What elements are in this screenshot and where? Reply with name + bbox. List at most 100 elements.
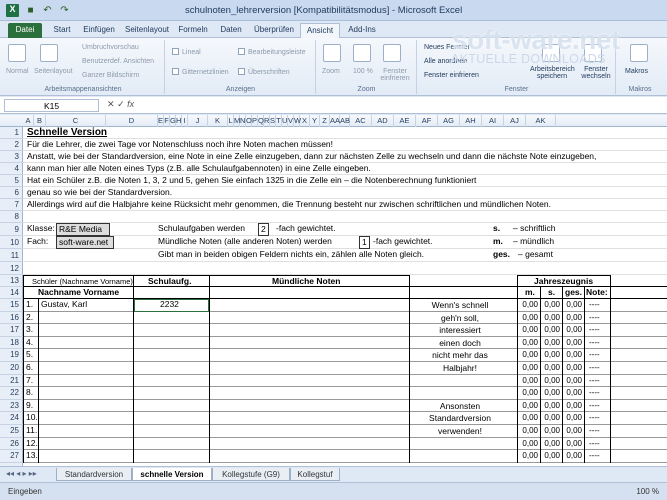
row-header[interactable]: 13: [0, 275, 23, 287]
column-header-ag[interactable]: AG: [438, 115, 460, 127]
student-name-cell[interactable]: [39, 374, 134, 388]
muendlich-cell[interactable]: [210, 374, 410, 388]
row-header[interactable]: 18: [0, 337, 23, 350]
sheet-nav-icons[interactable]: ◂◂ ◂ ▸ ▸▸: [6, 469, 37, 478]
schulaufg-cell[interactable]: [134, 412, 210, 425]
row-header[interactable]: 15: [0, 299, 23, 312]
name-box[interactable]: K15: [4, 99, 99, 112]
row-header[interactable]: 16: [0, 312, 23, 325]
column-header-c[interactable]: C: [46, 115, 106, 127]
student-nr-cell[interactable]: 10.: [23, 412, 39, 425]
student-nr-cell[interactable]: 11.: [23, 425, 39, 438]
zoom-icon[interactable]: [323, 44, 341, 62]
tab-ansicht[interactable]: Ansicht: [300, 23, 340, 38]
row-header[interactable]: 8: [0, 211, 23, 223]
student-name-cell[interactable]: [39, 324, 134, 337]
student-nr-cell[interactable]: 1.: [23, 299, 39, 312]
column-header-ak[interactable]: AK: [526, 115, 556, 127]
column-header-b[interactable]: B: [34, 115, 46, 127]
column-header-k[interactable]: K: [208, 115, 228, 127]
column-header-ac[interactable]: AC: [350, 115, 372, 127]
schulaufg-cell[interactable]: [134, 362, 210, 375]
student-name-cell[interactable]: Gustav, Karl: [39, 299, 134, 312]
row-header[interactable]: 26: [0, 438, 23, 451]
muendlich-cell[interactable]: [210, 412, 410, 425]
freeze-panes-button[interactable]: Fenster einfrieren: [424, 72, 479, 79]
muendlich-cell[interactable]: [210, 311, 410, 325]
column-header-aa[interactable]: AA: [330, 115, 340, 127]
student-nr-cell[interactable]: 12.: [23, 437, 39, 451]
tab-ueberpruefen[interactable]: Überprüfen: [252, 23, 296, 38]
student-name-cell[interactable]: [39, 437, 134, 451]
muendlich-cell[interactable]: [210, 324, 410, 337]
schulaufg-cell[interactable]: [134, 425, 210, 438]
schulaufg-cell[interactable]: [134, 450, 210, 463]
column-header-ai[interactable]: AI: [482, 115, 504, 127]
tab-formeln[interactable]: Formeln: [176, 23, 210, 38]
mn-weight-input[interactable]: 1: [359, 236, 370, 249]
custom-views-button[interactable]: Benutzerdef. Ansichten: [82, 58, 154, 65]
row-header[interactable]: 19: [0, 349, 23, 362]
schulaufg-cell[interactable]: [134, 324, 210, 337]
row-header[interactable]: 3: [0, 151, 23, 163]
sheet-tab-standardversion[interactable]: Standardversion: [56, 468, 132, 481]
student-name-cell[interactable]: [39, 399, 134, 413]
student-name-cell[interactable]: [39, 349, 134, 362]
row-header[interactable]: 23: [0, 400, 23, 413]
student-name-cell[interactable]: [39, 362, 134, 375]
column-header-z[interactable]: Z: [320, 115, 330, 127]
row-header[interactable]: 2: [0, 139, 23, 151]
normal-view-icon[interactable]: [8, 44, 26, 62]
muendlich-cell[interactable]: [210, 336, 410, 350]
zoom-level[interactable]: 100 %: [636, 487, 659, 496]
gridlines-checkbox[interactable]: Gitternetzlinien: [172, 68, 229, 76]
student-name-cell[interactable]: [39, 425, 134, 438]
column-header-ab[interactable]: AB: [340, 115, 350, 127]
tab-daten[interactable]: Daten: [214, 23, 248, 38]
schulaufg-cell[interactable]: [134, 437, 210, 451]
row-header[interactable]: 20: [0, 362, 23, 375]
tab-einfuegen[interactable]: Einfügen: [80, 23, 118, 38]
tab-start[interactable]: Start: [48, 23, 76, 38]
row-header[interactable]: 9: [0, 223, 23, 236]
zoom-button[interactable]: Zoom: [322, 68, 340, 75]
column-header-ae[interactable]: AE: [394, 115, 416, 127]
macros-button[interactable]: Makros: [625, 68, 648, 75]
save-workspace-button[interactable]: Arbeitsbereich speichern: [530, 66, 575, 80]
row-header[interactable]: 10: [0, 236, 23, 249]
schulaufg-cell[interactable]: [134, 399, 210, 413]
student-name-cell[interactable]: [39, 450, 134, 463]
tab-seitenlayout[interactable]: Seitenlayout: [122, 23, 172, 38]
row-header[interactable]: 22: [0, 387, 23, 400]
student-nr-cell[interactable]: 13.: [23, 450, 39, 463]
row-header[interactable]: 17: [0, 324, 23, 337]
student-nr-cell[interactable]: 3.: [23, 324, 39, 337]
sheet-tab-kollegstuf[interactable]: Kollegstuf: [290, 468, 340, 481]
row-header[interactable]: 25: [0, 425, 23, 438]
fach-input[interactable]: soft-ware.net: [56, 236, 114, 249]
column-header-aj[interactable]: AJ: [504, 115, 526, 127]
student-name-cell[interactable]: [39, 412, 134, 425]
headings-checkbox[interactable]: Überschriften: [238, 68, 290, 76]
column-header-d[interactable]: D: [106, 115, 158, 127]
muendlich-cell[interactable]: [210, 349, 410, 362]
schulaufg-cell[interactable]: 2232: [134, 299, 210, 312]
spreadsheet-grid[interactable]: A B C D E F G H I J K L M N O P Q R S T U V W X Y Z AA AB AC AD AE AF AG…: [0, 115, 667, 466]
student-nr-cell[interactable]: 8.: [23, 387, 39, 400]
muendlich-cell[interactable]: [210, 450, 410, 463]
cancel-icon[interactable]: ✕: [107, 99, 115, 109]
student-nr-cell[interactable]: 2.: [23, 311, 39, 325]
page-layout-icon[interactable]: [40, 44, 58, 62]
muendlich-cell[interactable]: [210, 362, 410, 375]
schulaufg-cell[interactable]: [134, 349, 210, 362]
column-header-y[interactable]: Y: [310, 115, 320, 127]
sheet-tab-schnelle-version[interactable]: schnelle Version: [132, 468, 212, 481]
tab-addins[interactable]: Add-Ins: [344, 23, 380, 38]
zoom-100-icon[interactable]: [353, 44, 371, 62]
student-nr-cell[interactable]: 4.: [23, 336, 39, 350]
redo-icon[interactable]: ↷: [59, 5, 70, 16]
tab-datei[interactable]: Datei: [8, 23, 42, 38]
muendlich-cell[interactable]: [210, 399, 410, 413]
muendlich-cell[interactable]: [210, 425, 410, 438]
undo-icon[interactable]: ↶: [42, 5, 53, 16]
